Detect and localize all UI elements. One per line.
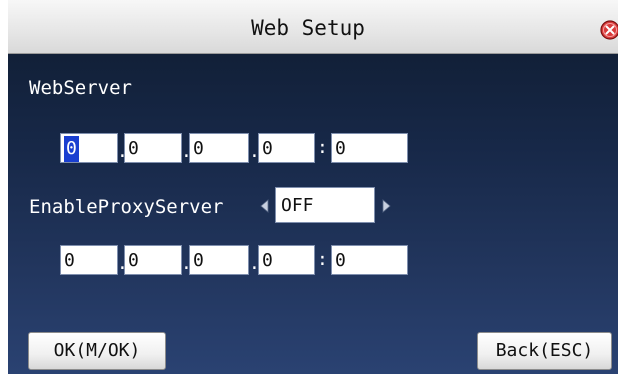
dot-separator: . [249, 253, 260, 274]
webserver-octet-3[interactable]: 0 [189, 133, 249, 163]
window-title: Web Setup [251, 16, 365, 40]
webserver-octet-2[interactable]: 0 [124, 133, 182, 163]
dot-separator: . [181, 141, 192, 162]
webserver-label: WebServer [29, 77, 132, 99]
title-bar: Web Setup [8, 0, 618, 54]
arrow-right-icon[interactable] [380, 199, 392, 213]
dot-separator: . [249, 141, 260, 162]
dot-separator: . [181, 253, 192, 274]
enable-proxy-label: EnableProxyServer [29, 196, 224, 218]
proxy-octet-4[interactable]: 0 [258, 245, 315, 275]
webserver-octet-1[interactable]: 0 [60, 133, 118, 163]
colon-separator: : [317, 137, 328, 158]
webserver-octet-4[interactable]: 0 [258, 133, 315, 163]
arrow-left-icon[interactable] [259, 199, 271, 213]
colon-separator: : [317, 249, 328, 270]
close-icon[interactable] [600, 20, 618, 40]
ok-button[interactable]: OK(M/OK) [28, 332, 166, 370]
proxy-octet-1[interactable]: 0 [60, 245, 118, 275]
proxy-octet-2[interactable]: 0 [124, 245, 182, 275]
enable-proxy-select[interactable]: OFF [275, 187, 375, 223]
proxy-octet-3[interactable]: 0 [189, 245, 249, 275]
webserver-octet-1-selected-value: 0 [64, 136, 79, 162]
web-setup-screen: Web Setup WebServer 0 . 0 . 0 . 0 : 0 En… [0, 0, 618, 374]
webserver-port[interactable]: 0 [331, 133, 408, 163]
back-button[interactable]: Back(ESC) [477, 332, 612, 370]
proxy-port[interactable]: 0 [331, 245, 408, 275]
